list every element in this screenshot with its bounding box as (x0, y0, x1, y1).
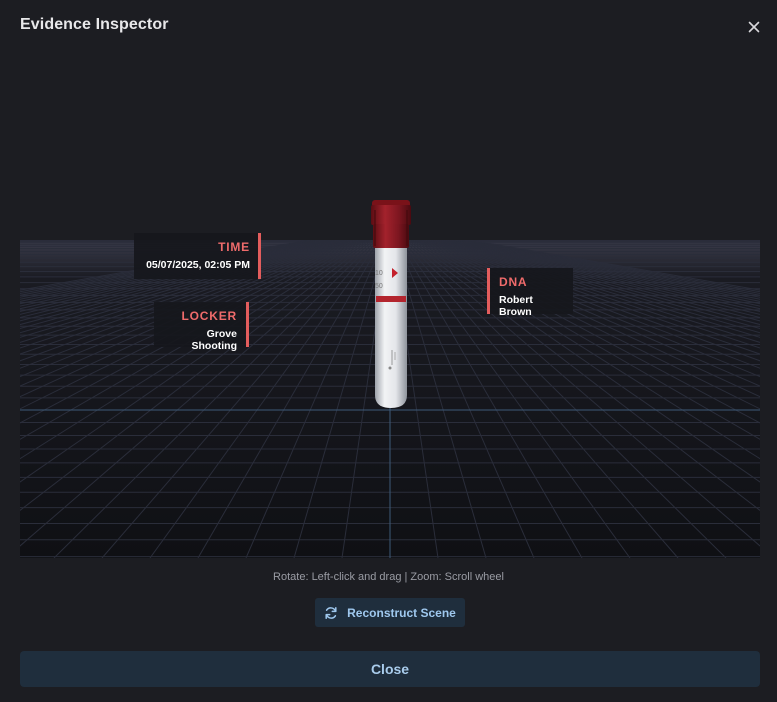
tag-time-value: 05/07/2025, 02:05 PM (146, 259, 250, 271)
tag-locker-label: LOCKER (181, 309, 237, 323)
reconstruct-scene-label: Reconstruct Scene (347, 605, 456, 620)
close-icon[interactable] (745, 18, 763, 36)
blood-sample-tube[interactable]: 10 50 (371, 200, 411, 410)
tube-marking-10: 10 (375, 270, 383, 277)
evidence-tag-locker: LOCKER Grove Shooting (154, 302, 249, 352)
tag-locker-value: Grove Shooting (191, 328, 238, 352)
tag-dna-value: Robert Brown (499, 294, 533, 318)
refresh-icon (324, 606, 338, 620)
evidence-tag-time: TIME 05/07/2025, 02:05 PM (134, 233, 261, 279)
controls-hint: Rotate: Left-click and drag | Zoom: Scro… (273, 571, 504, 583)
close-button[interactable]: Close (20, 651, 760, 687)
close-button-label: Close (370, 661, 410, 677)
evidence-tag-dna: DNA Robert Brown (487, 268, 573, 318)
tube-marking-50: 50 (375, 283, 383, 290)
reconstruct-scene-button[interactable]: Reconstruct Scene (315, 598, 465, 627)
evidence-inspector-dialog: Evidence Inspector 10 50 TIME 05/07/2025… (0, 0, 777, 702)
tag-time-label: TIME (218, 240, 250, 254)
dialog-title: Evidence Inspector (20, 16, 169, 33)
tag-dna-label: DNA (499, 275, 528, 289)
